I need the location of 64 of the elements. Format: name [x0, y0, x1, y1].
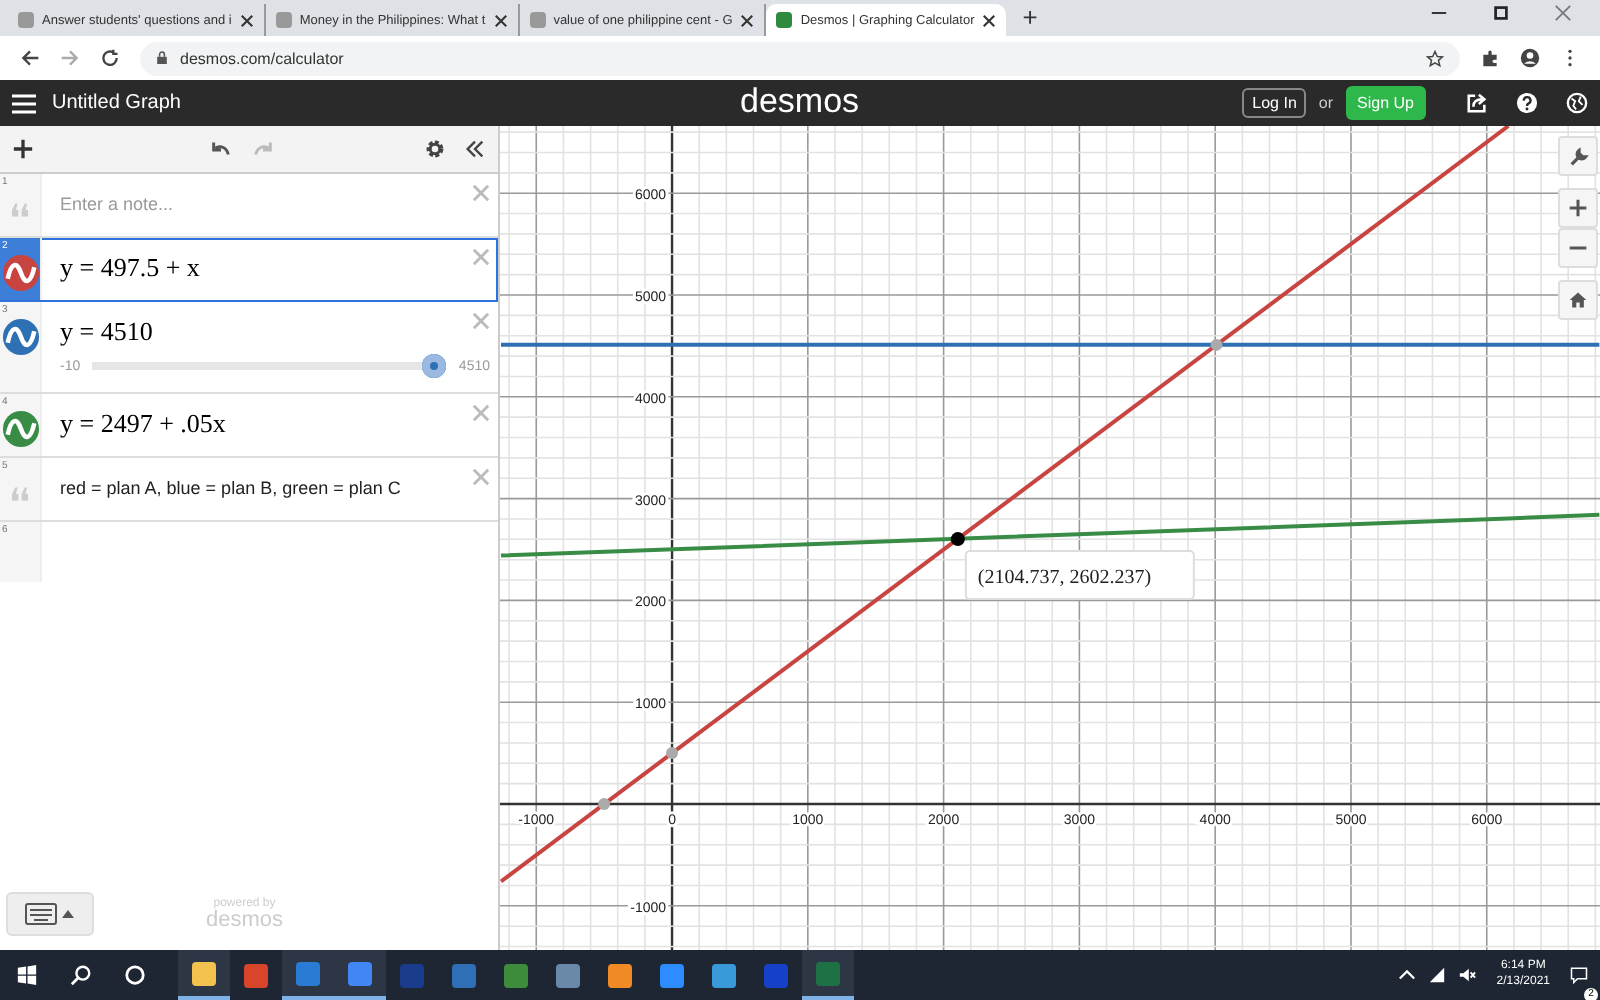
undo-icon[interactable] — [210, 138, 232, 160]
favicon-icon — [529, 12, 546, 28]
home-button[interactable] — [1558, 280, 1598, 320]
app-icon[interactable] — [178, 950, 230, 1000]
favicon-icon — [18, 12, 34, 28]
new-tab-button[interactable]: + — [1022, 4, 1038, 32]
equation[interactable]: y = 4510 — [60, 316, 472, 348]
close-icon[interactable] — [740, 13, 755, 27]
login-button[interactable]: Log In — [1242, 88, 1307, 118]
or-label: or — [1318, 94, 1334, 112]
close-icon[interactable] — [493, 13, 508, 27]
equation[interactable]: y = 2497 + .05x — [60, 408, 472, 440]
favicon-icon — [275, 12, 292, 28]
collapse-icon[interactable] — [464, 138, 486, 160]
plus-icon — [1568, 198, 1588, 218]
annotation: (2104.737, 2602.237) — [977, 567, 1152, 590]
start-icon[interactable] — [16, 964, 38, 986]
reload-icon[interactable] — [100, 48, 120, 68]
note-text: red = plan A, blue = plan B, green = plan C — [60, 478, 403, 498]
keyboard-icon — [24, 902, 76, 926]
coordinate-tooltip: (2104.737, 2602.237) — [964, 550, 1195, 601]
quote-icon — [10, 202, 30, 218]
lock-icon — [156, 50, 168, 66]
share-icon[interactable] — [1466, 92, 1488, 114]
puzzle-icon[interactable] — [1480, 48, 1500, 68]
star-icon[interactable] — [1426, 49, 1444, 67]
settings-button[interactable] — [1558, 136, 1598, 176]
intercept-point[interactable] — [666, 747, 679, 760]
address-field[interactable]: desmos.com/calculator — [140, 41, 1460, 75]
app-icon[interactable] — [334, 950, 386, 1000]
chevron-up-icon[interactable] — [1398, 966, 1417, 984]
favicon-icon — [776, 12, 793, 28]
globe-icon[interactable] — [1566, 92, 1588, 114]
graph-line[interactable] — [500, 126, 1510, 883]
wrench-icon — [1567, 145, 1589, 167]
add-icon[interactable] — [12, 138, 34, 160]
graph-title[interactable]: Untitled Graph — [52, 92, 181, 114]
logo: desmos — [740, 82, 860, 122]
app-icon[interactable] — [802, 950, 854, 1000]
intercept-point[interactable] — [598, 798, 611, 810]
equation[interactable]: y = 497.5 + x — [60, 252, 472, 284]
note-field[interactable]: Enter a note... — [60, 194, 472, 214]
intercept-point[interactable] — [1210, 338, 1223, 351]
back-icon[interactable] — [20, 48, 40, 68]
notification-icon[interactable] — [1570, 965, 1588, 983]
keyboard-button[interactable] — [6, 892, 94, 936]
graph-line[interactable] — [500, 512, 1600, 558]
zoom-in-button[interactable] — [1558, 188, 1598, 228]
intersection-point[interactable] — [950, 532, 965, 547]
graph-line[interactable] — [501, 342, 1600, 347]
close-icon[interactable] — [239, 13, 254, 27]
close-icon[interactable] — [982, 13, 997, 27]
network-icon[interactable] — [1428, 966, 1447, 984]
help-icon[interactable] — [1516, 92, 1538, 114]
volume-icon[interactable] — [1458, 966, 1477, 984]
menu-icon[interactable] — [12, 93, 36, 113]
home-icon — [1568, 290, 1588, 310]
quote-icon — [10, 486, 30, 502]
app-icon[interactable] — [282, 950, 334, 1000]
circle-icon[interactable] — [124, 964, 146, 986]
search-icon[interactable] — [70, 964, 92, 986]
settings-icon[interactable] — [424, 138, 446, 160]
restore-icon[interactable] — [1492, 4, 1510, 22]
profile-icon[interactable] — [1520, 48, 1540, 68]
